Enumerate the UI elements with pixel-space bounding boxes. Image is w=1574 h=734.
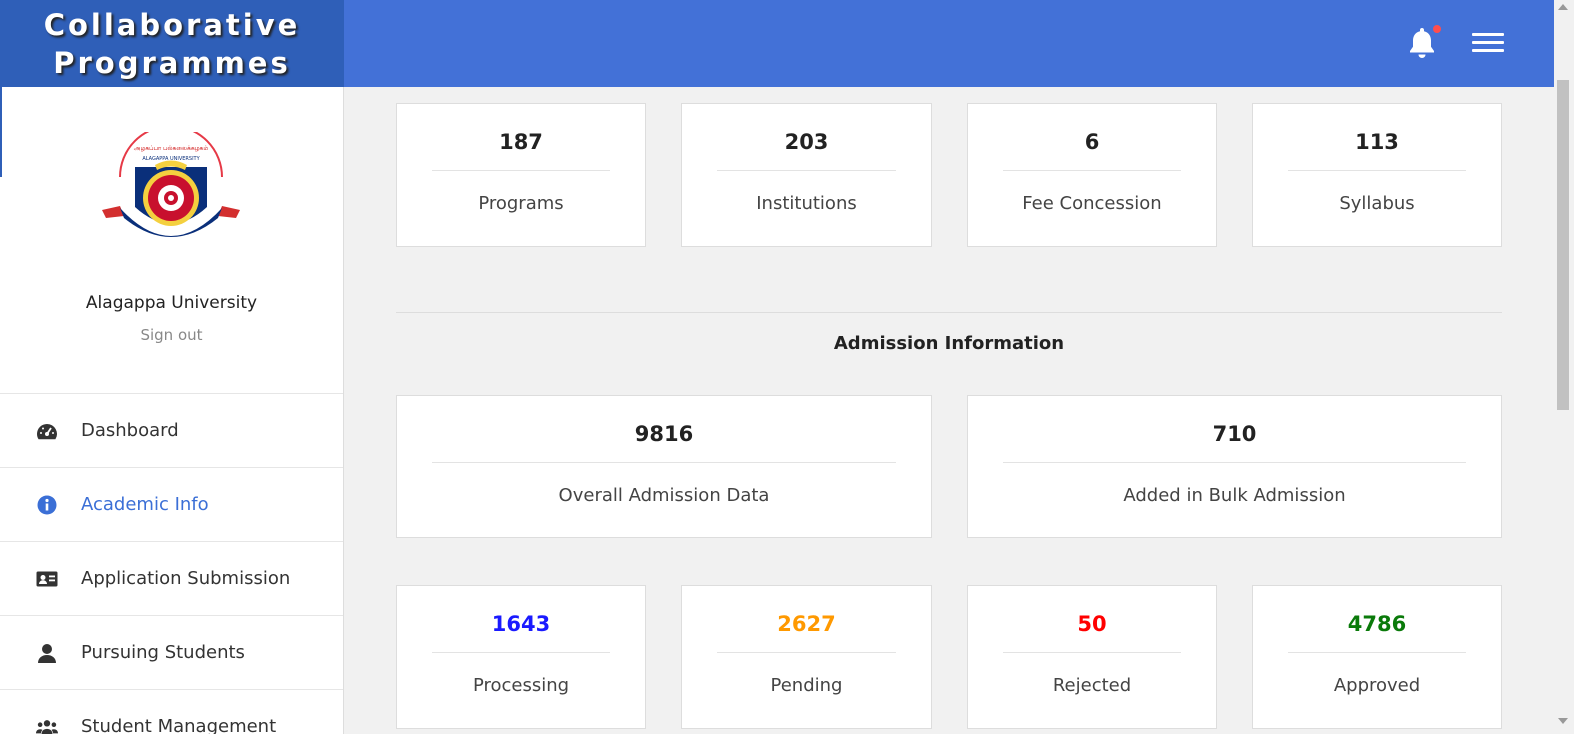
stat-label: Rejected (1052, 675, 1132, 696)
stat-value: 9816 (634, 422, 694, 446)
stat-card-rejected[interactable]: 50 Rejected (967, 585, 1217, 729)
sidebar-item-label: Dashboard (81, 420, 179, 441)
stat-card-fee-concession[interactable]: 6 Fee Concession (967, 103, 1217, 247)
stat-value: 50 (1077, 612, 1107, 636)
users-icon (36, 716, 58, 734)
card-divider (1003, 462, 1466, 463)
sidebar-item-dashboard[interactable]: Dashboard (0, 393, 343, 467)
stat-card-syllabus[interactable]: 113 Syllabus (1252, 103, 1502, 247)
sidebar-item-label: Pursuing Students (81, 642, 245, 663)
stat-label: Pending (770, 675, 843, 696)
stat-value: 1643 (491, 612, 551, 636)
stat-label: Syllabus (1339, 193, 1415, 214)
sidebar-menu: Dashboard Academic Info Application Subm… (0, 393, 343, 734)
notification-dot (1433, 25, 1441, 33)
sidebar: அழகப்பா பல்கலைக்கழகம் ALAGAPPA UNIVERSIT… (0, 87, 344, 734)
hamburger-menu-icon[interactable] (1472, 33, 1504, 53)
stat-label: Added in Bulk Admission (1123, 485, 1346, 506)
dashboard-icon (36, 420, 58, 442)
app-title-line2: Programmes (53, 45, 291, 80)
svg-text:அழகப்பா பல்கலைக்கழகம்: அழகப்பா பல்கலைக்கழகம் (134, 145, 209, 152)
notification-bell-icon[interactable] (1407, 26, 1437, 60)
stat-label: Institutions (756, 193, 857, 214)
sidebar-item-pursuing-students[interactable]: Pursuing Students (0, 615, 343, 689)
sidebar-item-application-submission[interactable]: Application Submission (0, 541, 343, 615)
sidebar-item-academic-info[interactable]: Academic Info (0, 467, 343, 541)
scroll-up-arrow-icon[interactable] (1558, 4, 1568, 10)
sidebar-item-student-management[interactable]: Student Management (0, 689, 343, 734)
card-divider (1003, 170, 1181, 171)
stat-label: Processing (472, 675, 570, 696)
stat-card-pending[interactable]: 2627 Pending (681, 585, 932, 729)
stat-label: Fee Concession (1022, 193, 1162, 214)
sidebar-item-label: Application Submission (81, 568, 291, 589)
stat-card-programs[interactable]: 187 Programs (396, 103, 646, 247)
stat-value: 187 (499, 130, 543, 154)
sidebar-item-label: Student Management (81, 716, 277, 734)
card-divider (432, 652, 610, 653)
stat-card-bulk-admission[interactable]: 710 Added in Bulk Admission (967, 395, 1502, 538)
stat-card-processing[interactable]: 1643 Processing (396, 585, 646, 729)
stat-value: 710 (1212, 422, 1257, 446)
stat-value: 6 (1084, 130, 1100, 154)
sidebar-item-label: Academic Info (81, 494, 209, 515)
admission-section-title: Admission Information (833, 333, 1065, 354)
sign-out-link[interactable]: Sign out (0, 326, 343, 344)
section-divider (396, 312, 1502, 313)
stat-value: 2627 (777, 612, 836, 636)
scrollbar-thumb[interactable] (1557, 80, 1569, 410)
app-title-line1: Collaborative (43, 7, 301, 42)
app-title: Collaborative Programmes (44, 6, 301, 82)
user-icon (36, 642, 58, 664)
card-divider (1003, 652, 1181, 653)
stat-card-approved[interactable]: 4786 Approved (1252, 585, 1502, 729)
stat-value: 4786 (1347, 612, 1407, 636)
card-divider (1288, 652, 1466, 653)
card-divider (717, 170, 896, 171)
card-divider (432, 170, 610, 171)
stat-label: Overall Admission Data (558, 485, 770, 506)
stat-label: Approved (1333, 675, 1421, 696)
profile-name: Alagappa University (85, 293, 258, 313)
scroll-down-arrow-icon[interactable] (1558, 718, 1568, 724)
card-divider (432, 462, 896, 463)
info-icon (36, 494, 58, 516)
brand-block: Collaborative Programmes (0, 0, 344, 87)
stat-value: 113 (1355, 130, 1399, 154)
stat-label: Programs (478, 193, 564, 214)
top-header-bar (344, 0, 1554, 87)
card-divider (717, 652, 896, 653)
stat-card-overall-admission[interactable]: 9816 Overall Admission Data (396, 395, 932, 538)
stat-value: 203 (784, 130, 829, 154)
id-card-icon (36, 568, 58, 590)
card-divider (1288, 170, 1466, 171)
university-logo: அழகப்பா பல்கலைக்கழகம் ALAGAPPA UNIVERSIT… (102, 132, 240, 237)
sidebar-accent-line (0, 87, 2, 177)
stat-card-institutions[interactable]: 203 Institutions (681, 103, 932, 247)
